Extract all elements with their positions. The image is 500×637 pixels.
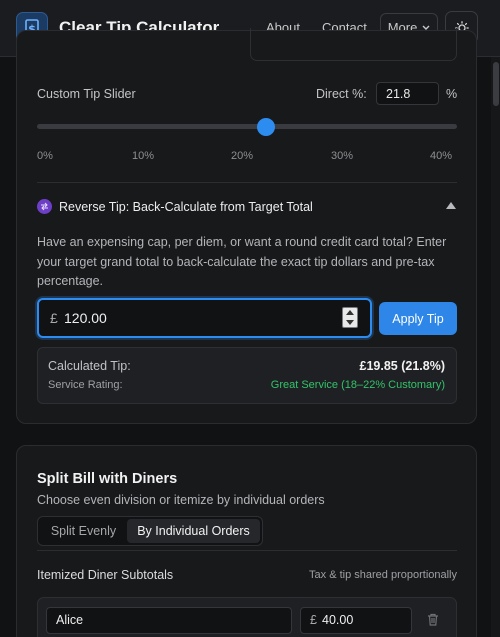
- spinner-down-icon[interactable]: [346, 320, 354, 325]
- slider-tick-label: 10%: [132, 150, 155, 162]
- section-divider: [37, 550, 457, 551]
- slider-tick-label: 40%: [430, 150, 453, 162]
- reverse-tip-title[interactable]: Reverse Tip: Back-Calculate from Target …: [59, 200, 313, 214]
- diner-name-input[interactable]: Alice: [46, 607, 292, 634]
- itemized-heading: Itemized Diner Subtotals: [37, 568, 174, 582]
- currency-symbol: £: [50, 310, 58, 326]
- custom-tip-slider-label: Custom Tip Slider: [37, 87, 136, 101]
- service-rating-value: Great Service (18–22% Customary): [270, 379, 445, 391]
- number-spinner[interactable]: [342, 307, 358, 328]
- calculated-tip-panel: [37, 347, 457, 404]
- tip-slider-thumb[interactable]: [256, 118, 275, 136]
- service-rating-label: Service Rating:: [48, 379, 123, 391]
- slider-tick-label: 20%: [231, 150, 254, 162]
- apply-tip-button[interactable]: Apply Tip: [379, 302, 457, 335]
- scrollbar-thumb[interactable]: [493, 62, 499, 106]
- calculated-tip-value: £19.85 (21.8%): [359, 359, 445, 373]
- split-bill-title: Split Bill with Diners: [37, 471, 178, 487]
- percent-unit: %: [446, 87, 458, 101]
- tab-individual-orders[interactable]: By Individual Orders: [127, 519, 260, 543]
- currency-symbol: £: [310, 613, 317, 627]
- reverse-tip-description: Have an expensing cap, per diem, or want…: [37, 235, 447, 288]
- page-scrollbar[interactable]: [491, 57, 500, 637]
- swap-arrows-icon: [37, 199, 52, 214]
- slider-tick-label: 0%: [37, 150, 53, 162]
- direct-percent-input[interactable]: [376, 82, 439, 105]
- itemized-note: Tax & tip shared proportionally: [309, 569, 457, 581]
- diner-amount-value[interactable]: 40.00: [322, 613, 353, 627]
- spinner-up-icon[interactable]: [346, 310, 354, 315]
- direct-percent-label: Direct %:: [316, 87, 367, 101]
- trash-icon[interactable]: [427, 613, 439, 626]
- chevron-up-icon[interactable]: [445, 201, 457, 210]
- slider-tick-label: 30%: [331, 150, 354, 162]
- tip-slider-track[interactable]: [37, 124, 457, 129]
- tab-split-evenly[interactable]: Split Evenly: [40, 519, 127, 543]
- tip-input-partial[interactable]: [250, 28, 457, 61]
- calculated-tip-label: Calculated Tip:: [48, 359, 131, 373]
- target-total-value[interactable]: 120.00: [64, 310, 107, 326]
- split-bill-subtitle: Choose even division or itemize by indiv…: [37, 493, 325, 507]
- section-divider: [37, 182, 457, 183]
